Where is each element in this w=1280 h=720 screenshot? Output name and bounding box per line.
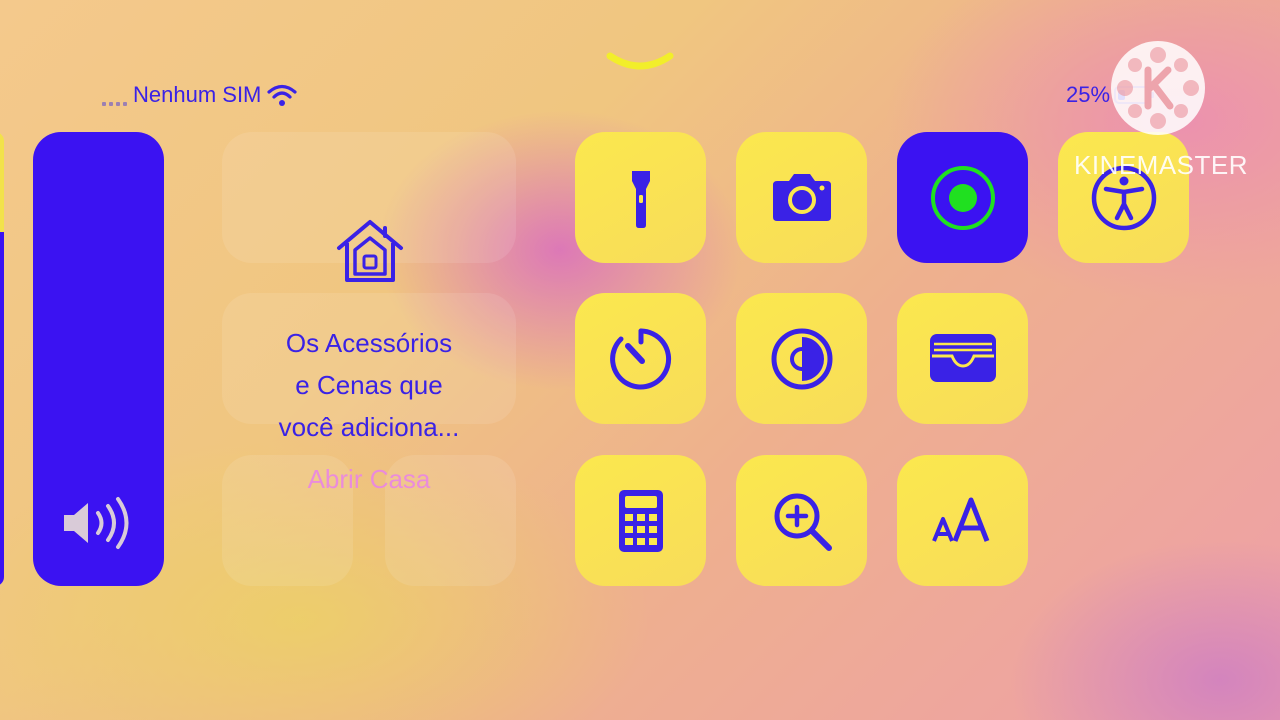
timer-button[interactable] (575, 293, 706, 424)
magnifier-button[interactable] (736, 455, 867, 586)
camera-button[interactable] (736, 132, 867, 263)
home-description-line: e Cenas que (295, 370, 443, 400)
wallet-button[interactable] (897, 293, 1028, 424)
brightness-slider[interactable] (0, 132, 4, 586)
wallet-icon (929, 333, 996, 382)
kinemaster-watermark-text: KINEMASTER (1074, 150, 1249, 180)
wifi-icon (267, 84, 297, 106)
home-description-line: Os Acessórios (285, 328, 453, 358)
calculator-icon (618, 489, 663, 552)
signal-icon (102, 84, 127, 106)
magnifier-icon (774, 493, 832, 551)
camera-icon (772, 173, 831, 221)
dark-mode-button[interactable] (736, 293, 867, 424)
text-size-icon (931, 497, 989, 542)
home-description-line: você adiciona... (278, 412, 460, 442)
text-size-button[interactable] (897, 455, 1028, 586)
carrier-label: Nenhum SIM (133, 82, 262, 107)
record-icon (930, 165, 995, 230)
calculator-button[interactable] (575, 455, 706, 586)
home-description: Os Acessórios e Cenas que você adiciona.… (236, 322, 502, 448)
dismiss-chevron-icon[interactable] (604, 50, 676, 74)
timer-icon (609, 328, 671, 389)
flashlight-button[interactable] (575, 132, 706, 263)
kinemaster-logo-icon (1111, 41, 1205, 135)
home-icon (337, 220, 403, 282)
contrast-icon (771, 328, 832, 389)
status-bar-left: Nenhum SIM (102, 80, 297, 110)
screen-recording-button[interactable] (897, 132, 1028, 263)
open-home-link[interactable]: Abrir Casa (236, 464, 502, 495)
flashlight-icon (631, 170, 650, 228)
speaker-icon (64, 497, 129, 549)
battery-percent: 25% (1066, 82, 1111, 107)
